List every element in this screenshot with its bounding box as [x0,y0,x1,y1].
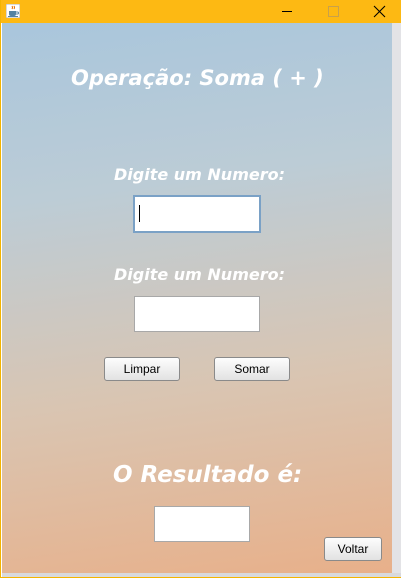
minimize-icon[interactable] [264,0,310,23]
java-cup-icon [6,4,20,18]
clear-button[interactable]: Limpar [104,357,180,381]
back-button[interactable]: Voltar [324,537,382,561]
app-window: Operação: Soma ( + ) Digite um Numero: D… [0,0,401,578]
sum-button[interactable]: Somar [214,357,290,381]
text-caret [139,205,140,222]
operation-title: Operação: Soma ( + ) [71,66,324,90]
title-bar[interactable] [1,0,401,23]
result-field[interactable] [154,506,250,542]
number-2-input[interactable] [134,296,260,332]
number-1-label: Digite um Numero: [114,165,285,184]
result-label: O Resultado é: [113,462,303,488]
number-1-input[interactable] [133,195,261,233]
window-edge-bottom [2,573,401,577]
close-icon[interactable] [356,0,401,23]
window-edge [392,23,401,573]
number-2-label: Digite um Numero: [114,265,285,284]
maximize-icon[interactable] [310,0,356,23]
